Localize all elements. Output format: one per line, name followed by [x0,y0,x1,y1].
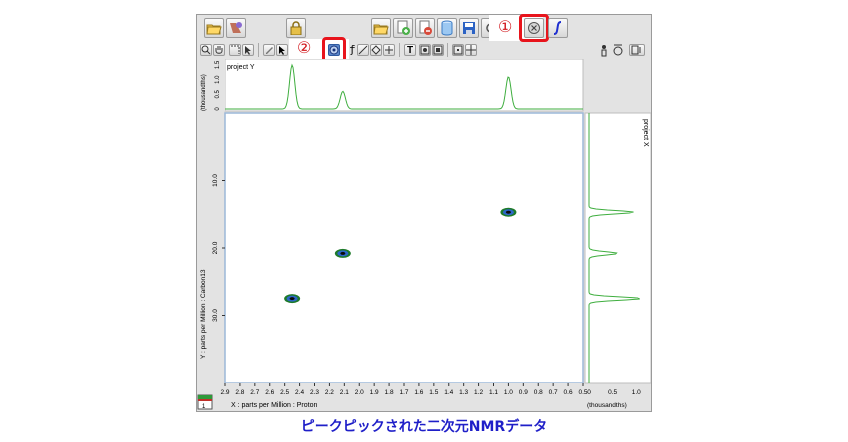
eraser-icon[interactable] [370,44,382,56]
save-icon[interactable] [459,18,479,38]
toolbar-separator [399,43,400,57]
x-tick-label: 2.0 [355,389,364,396]
remove-document-icon[interactable] [415,18,435,38]
text-icon[interactable]: T [404,44,416,56]
x-tick-label: 2.7 [250,389,259,396]
function-icon[interactable]: ƒ [349,43,356,56]
main-toolbar: ① [197,14,651,42]
contour-panel[interactable] [224,112,584,384]
x-tick-label: 1.0 [504,389,513,396]
integral-icon[interactable] [548,18,568,38]
hand-icon[interactable] [213,44,225,56]
zoom-icon[interactable] [200,44,212,56]
peak-marker[interactable] [500,207,517,217]
callout-one: ① [498,19,513,36]
grid-icon[interactable] [419,44,431,56]
x-tick-label: 1.7 [399,389,408,396]
right-axis-tick-label: 1.0 [632,389,641,396]
frame-icon[interactable] [432,44,444,56]
peak-contour-core [340,251,346,255]
toolbar-separator [258,43,259,57]
top-axis-unit: (thousandths) [201,74,207,111]
peak-contour-core [505,210,511,214]
cursor-icon[interactable] [229,44,241,56]
tools-toolbar: ② ƒ T [197,37,651,63]
callout-two: ② [297,40,312,57]
top-axis-tick-label: 1.0 [215,75,221,84]
x-tick-label: 0.9 [519,389,528,396]
x-tick-label: 1.4 [444,389,453,396]
x-tick-label: 0.7 [549,389,558,396]
lock-icon[interactable] [286,18,306,38]
top-axis-tick-label: 1.5 [215,60,221,69]
nmr-window: ① ② ƒ T 2.9 2.8 2.7 2.6 2.5 2.4 2.3 2.2 … [196,14,652,412]
nmr-2d-plot: 2.9 2.8 2.7 2.6 2.5 2.4 2.3 2.2 2.1 2.0 1.9 1.8 1.7 1… [197,58,652,411]
plus-icon[interactable] [383,44,395,56]
move-icon[interactable] [465,44,477,56]
cylinder-icon[interactable] [437,18,457,38]
figure-caption: ピークピックされた二次元NMRデータ [300,419,548,435]
pencil-icon[interactable] [263,44,275,56]
x-tick-label: 0.6 [564,389,573,396]
x-tick-label: 1.8 [385,389,394,396]
x-tick-label: 2.5 [280,389,289,396]
x-tick-label: 1.6 [414,389,423,396]
y-axis-label: Y : parts per Million : Carbon13 [200,269,207,359]
palette-icon[interactable] [226,18,246,38]
x-tick-label: 1.2 [474,389,483,396]
x-axis-label: X : parts per Million : Proton [231,402,317,409]
right-axis-tick-label: 0.5 [608,389,617,396]
x-tick-label: 2.3 [310,389,319,396]
x-tick-label: 1.5 [429,389,438,396]
peak-marker[interactable] [334,248,351,258]
add-document-icon[interactable] [393,18,413,38]
y-tick-label: 30.0 [212,309,219,322]
top-axis-tick-label: 0.5 [215,90,221,99]
x-tick-label: 0.8 [534,389,543,396]
peak-contour-core [289,297,295,301]
x-tick-label: 2.4 [295,389,304,396]
right-axis-unit: (thousandths) [587,402,627,409]
right-projection-label: project X [642,119,649,147]
x-tick-label: 1.3 [459,389,468,396]
top-projection-panel [224,58,584,112]
x-tick-label: 2.8 [235,389,244,396]
x-tick-label: 1.9 [370,389,379,396]
peak-marker[interactable] [284,294,301,304]
x-tick-label: 2.1 [340,389,349,396]
toolbar-separator [447,43,448,57]
open-folder-icon[interactable] [204,18,224,38]
y-tick-label: 10.0 [212,174,219,187]
right-axis-tick-label: 0 [587,389,591,396]
highlight-box-1 [519,14,549,42]
x-tick-label: 1.1 [489,389,498,396]
fit-icon[interactable] [629,44,645,56]
x-tick-label: 2.9 [220,389,229,396]
open-folder-icon[interactable] [371,18,391,38]
pointer-icon[interactable] [276,44,288,56]
frame-icon[interactable] [452,44,464,56]
ruler-icon[interactable] [357,44,369,56]
top-projection-label: project Y [227,64,255,71]
pointer-icon[interactable] [242,44,254,56]
y-tick-label: 20.0 [212,241,219,254]
x-tick-label: 2.2 [325,389,334,396]
right-projection-panel [584,112,652,384]
x-tick-label: 2.6 [265,389,274,396]
